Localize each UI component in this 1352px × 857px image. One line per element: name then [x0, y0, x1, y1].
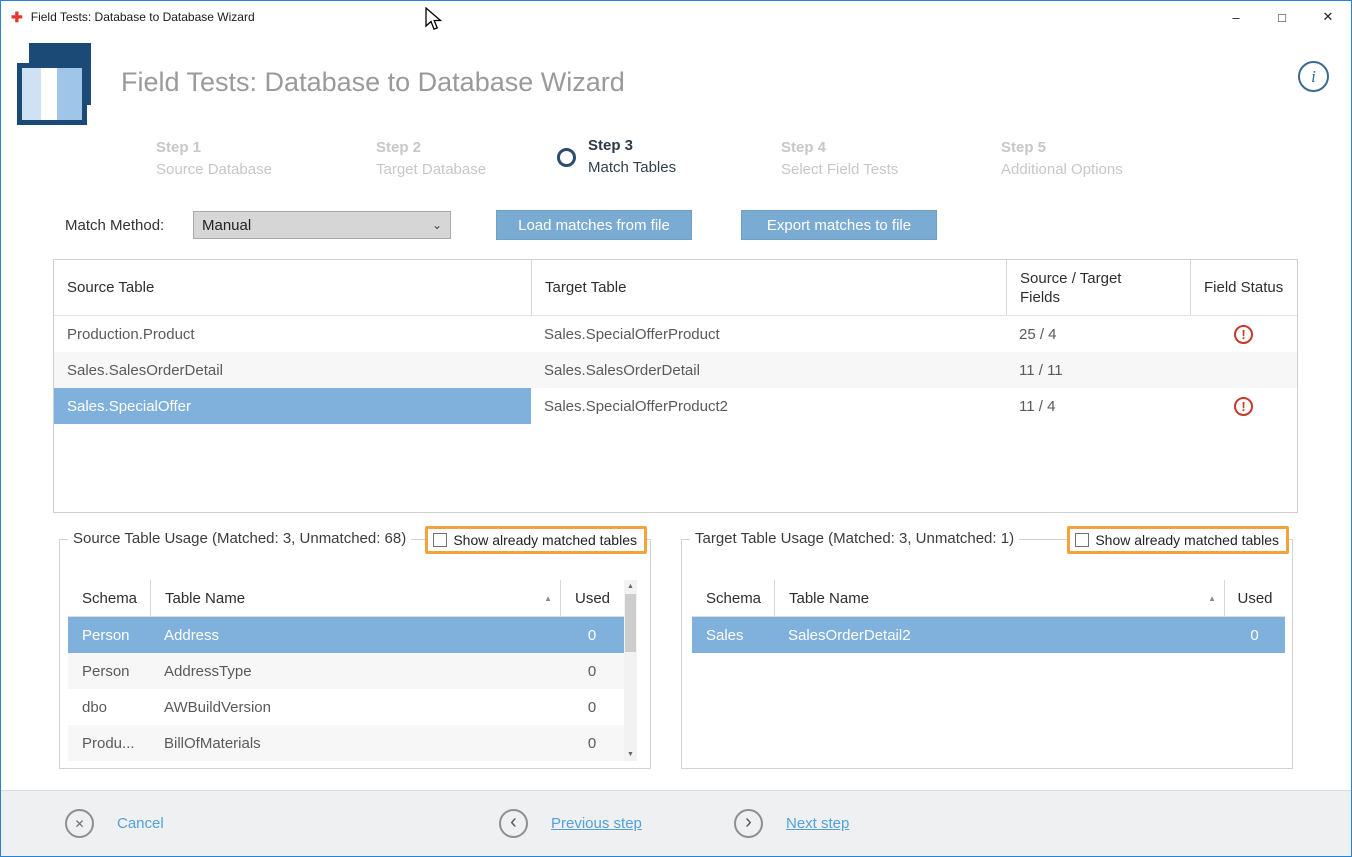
- source-usage-header: Schema Table Name ▲ Used: [68, 580, 637, 617]
- schema-header[interactable]: Schema: [692, 580, 774, 616]
- step-3-match-tables[interactable]: Step 3 Match Tables: [557, 135, 676, 179]
- usage-row[interactable]: dbo AWBuildVersion 0: [68, 689, 637, 725]
- show-matched-checkbox[interactable]: [1075, 533, 1089, 547]
- sort-asc-icon: ▲: [544, 594, 552, 603]
- show-matched-checkbox[interactable]: [433, 533, 447, 547]
- export-matches-button[interactable]: Export matches to file: [741, 210, 937, 240]
- sort-asc-icon: ▲: [1208, 594, 1216, 603]
- next-step-button[interactable]: › Next step: [734, 791, 849, 856]
- field-status-header: Field Status: [1190, 260, 1297, 315]
- cancel-button[interactable]: ✕ Cancel: [65, 791, 164, 856]
- used-header[interactable]: Used: [1224, 580, 1285, 616]
- usage-row-selected[interactable]: Person Address 0: [68, 617, 637, 653]
- info-icon[interactable]: i: [1298, 61, 1329, 92]
- window-title: Field Tests: Database to Database Wizard: [31, 10, 255, 24]
- app-logo: [17, 43, 101, 127]
- target-table-usage-group: Target Table Usage (Matched: 3, Unmatche…: [681, 539, 1293, 769]
- schema-header[interactable]: Schema: [68, 580, 150, 616]
- usage-row[interactable]: Produ... BillOfMaterials 0: [68, 725, 637, 761]
- scrollbar-thumb[interactable]: [625, 594, 636, 652]
- maximize-button[interactable]: □: [1259, 1, 1305, 33]
- source-table-usage-group: Source Table Usage (Matched: 3, Unmatche…: [59, 539, 651, 769]
- vertical-scrollbar[interactable]: ▲ ▼: [624, 580, 637, 761]
- step-5-additional-options[interactable]: Step 5 Additional Options: [1001, 137, 1123, 181]
- chevron-down-icon: ⌄: [432, 218, 442, 232]
- target-table-header: Target Table: [531, 260, 1006, 315]
- close-button[interactable]: ✕: [1305, 1, 1351, 33]
- usage-row-selected[interactable]: Sales SalesOrderDetail2 0: [692, 617, 1285, 653]
- next-circle-icon: ›: [734, 809, 763, 838]
- table-name-header[interactable]: Table Name ▲: [150, 580, 560, 616]
- target-usage-header: Schema Table Name ▲ Used: [692, 580, 1285, 617]
- scroll-up-icon[interactable]: ▲: [624, 580, 637, 593]
- matches-table-header: Source Table Target Table Source / Targe…: [54, 260, 1297, 316]
- minimize-button[interactable]: –: [1213, 1, 1259, 33]
- used-header[interactable]: Used: [560, 580, 624, 616]
- step-1-source-database[interactable]: Step 1 Source Database: [156, 137, 272, 181]
- previous-step-button[interactable]: ‹ Previous step: [499, 791, 642, 856]
- target-usage-title: Target Table Usage (Matched: 3, Unmatche…: [690, 530, 1019, 547]
- step-2-target-database[interactable]: Step 2 Target Database: [376, 137, 486, 181]
- titlebar: ✚ Field Tests: Database to Database Wiza…: [1, 1, 1351, 33]
- match-row-selected[interactable]: Sales.SpecialOffer Sales.SpecialOfferPro…: [54, 388, 1297, 424]
- match-method-label: Match Method:: [65, 217, 164, 234]
- wizard-steps: Step 1 Source Database Step 2 Target Dat…: [1, 137, 1351, 195]
- match-method-dropdown[interactable]: Manual ⌄: [193, 211, 451, 239]
- field-error-icon: !: [1234, 397, 1253, 416]
- active-step-circle-icon: [557, 148, 576, 167]
- usage-row[interactable]: Person AddressType 0: [68, 653, 637, 689]
- match-method-value: Manual: [202, 217, 251, 234]
- source-show-matched-toggle[interactable]: Show already matched tables: [425, 526, 647, 554]
- page-title: Field Tests: Database to Database Wizard: [121, 67, 625, 98]
- scroll-down-icon[interactable]: ▼: [624, 748, 637, 761]
- match-row[interactable]: Sales.SalesOrderDetail Sales.SalesOrderD…: [54, 352, 1297, 388]
- footer-bar: ✕ Cancel ‹ Previous step › Next step: [1, 790, 1351, 856]
- cancel-circle-icon: ✕: [65, 809, 94, 838]
- table-name-header[interactable]: Table Name ▲: [774, 580, 1224, 616]
- matches-table: Source Table Target Table Source / Targe…: [53, 259, 1298, 513]
- app-icon: ✚: [11, 10, 23, 24]
- source-table-header: Source Table: [54, 260, 531, 315]
- target-usage-table: Schema Table Name ▲ Used Sales SalesOrde…: [692, 580, 1285, 653]
- show-matched-label: Show already matched tables: [1095, 532, 1279, 548]
- previous-circle-icon: ‹: [499, 809, 528, 838]
- target-show-matched-toggle[interactable]: Show already matched tables: [1067, 526, 1289, 554]
- show-matched-label: Show already matched tables: [453, 532, 637, 548]
- source-usage-table: Schema Table Name ▲ Used Person Address …: [68, 580, 637, 761]
- source-usage-title: Source Table Usage (Matched: 3, Unmatche…: [68, 530, 411, 547]
- field-error-icon: !: [1234, 325, 1253, 344]
- step-4-select-field-tests[interactable]: Step 4 Select Field Tests: [781, 137, 898, 181]
- app-window: ✚ Field Tests: Database to Database Wiza…: [0, 0, 1352, 857]
- load-matches-button[interactable]: Load matches from file: [496, 210, 692, 240]
- match-row[interactable]: Production.Product Sales.SpecialOfferPro…: [54, 316, 1297, 352]
- fields-header: Source / Target Fields: [1006, 260, 1190, 315]
- mouse-cursor: [425, 7, 443, 33]
